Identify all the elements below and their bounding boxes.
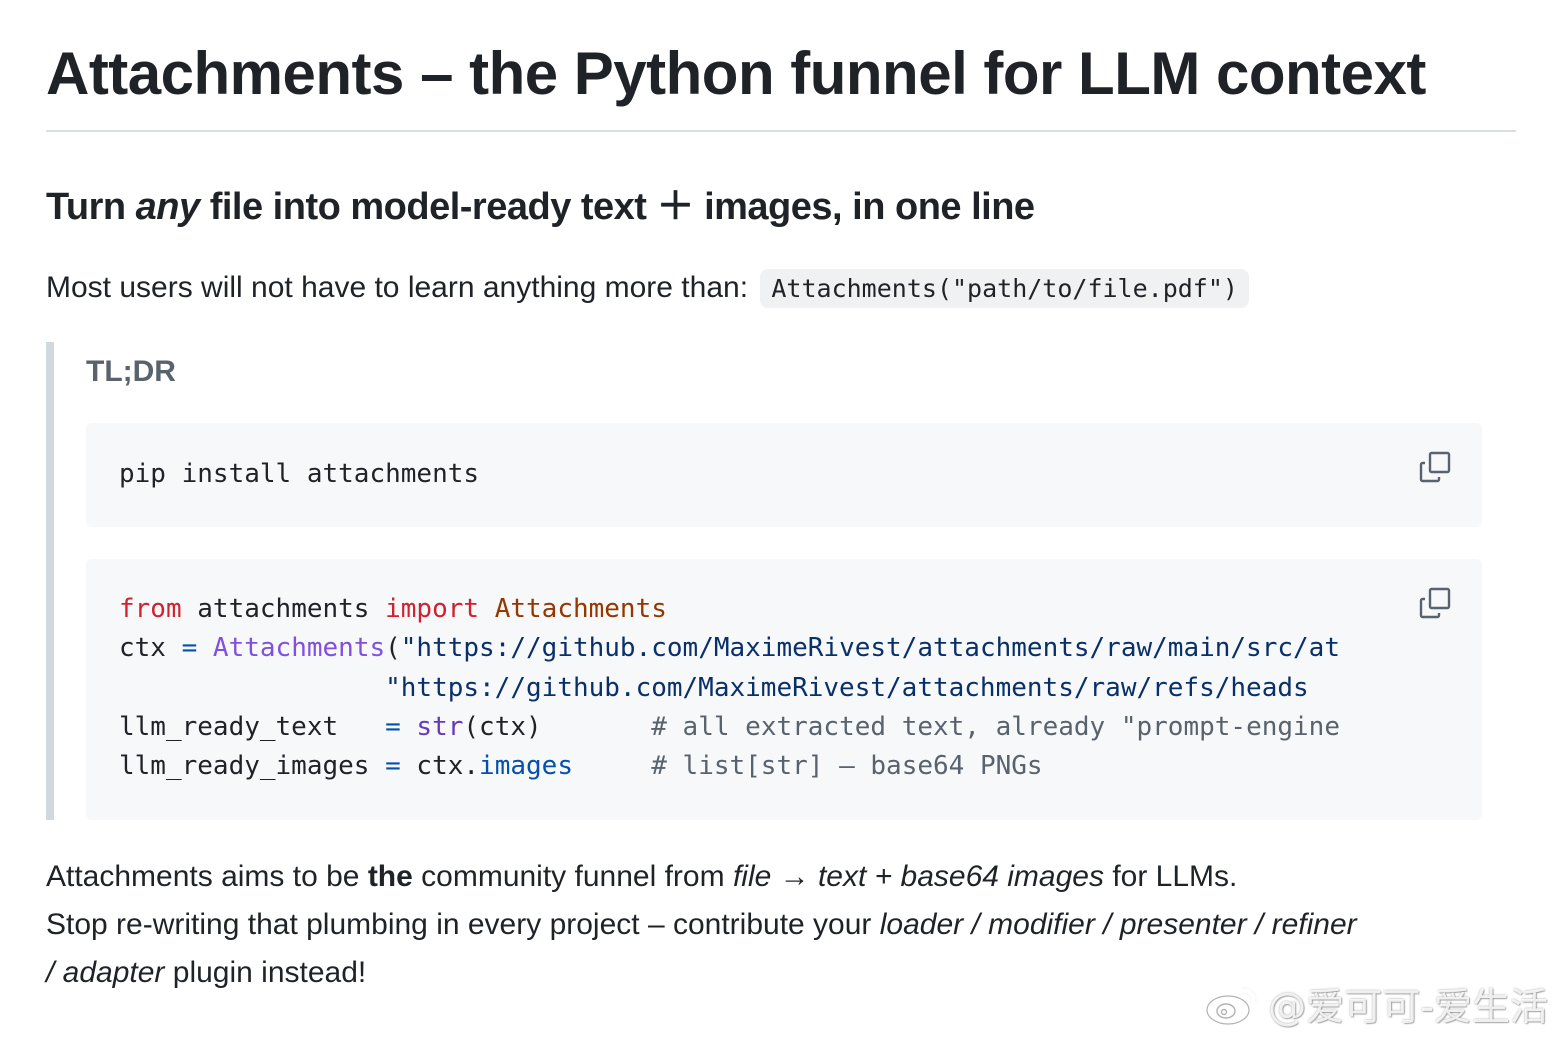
code-function: Attachments bbox=[197, 633, 386, 664]
code-line-1: from attachments import Attachments bbox=[119, 594, 667, 624]
code-string: "https://github.com/MaximeRivest/attachm… bbox=[385, 672, 1309, 703]
tldr-label: TL;DR bbox=[86, 355, 176, 388]
text: plugin instead! bbox=[164, 956, 367, 989]
install-code-block[interactable]: pip install attachments bbox=[86, 423, 1482, 527]
bold-text: the bbox=[367, 860, 413, 893]
code-paren: ( bbox=[385, 633, 401, 664]
code-string: "https://github.com/MaximeRivest/attachm… bbox=[400, 633, 1340, 664]
class-name: Attachments bbox=[479, 594, 667, 624]
code-attribute: images bbox=[479, 751, 573, 782]
heading-text-end: file into model-ready text ＋ images, in … bbox=[199, 186, 1035, 228]
weibo-icon bbox=[1206, 986, 1258, 1025]
italic-text: file bbox=[732, 860, 772, 893]
usage-code[interactable]: from attachments import Attachments ctx … bbox=[119, 590, 1396, 786]
code-line-5: llm_ready_images = ctx.images # list[str… bbox=[119, 751, 1043, 781]
description-line-1: Attachments aims to be the community fun… bbox=[46, 853, 1237, 901]
code-builtin: str bbox=[400, 711, 464, 742]
page-title: Attachments – the Python funnel for LLM … bbox=[46, 40, 1426, 107]
blockquote-bar bbox=[46, 342, 54, 820]
code-object: ctx. bbox=[400, 751, 480, 782]
keyword-import: import bbox=[385, 594, 480, 624]
code-args: (ctx) bbox=[463, 711, 542, 742]
heading-emphasis: any bbox=[135, 186, 200, 228]
code-operator: = bbox=[181, 633, 198, 664]
title-divider bbox=[46, 130, 1516, 132]
section-heading: Turn any file into model-ready text ＋ im… bbox=[46, 182, 1035, 232]
description-line-2: Stop re-writing that plumbing in every p… bbox=[46, 901, 1357, 949]
keyword-from: from bbox=[119, 594, 182, 624]
inline-code-snippet: Attachments("path/to/file.pdf") bbox=[760, 269, 1249, 308]
usage-code-block[interactable]: from attachments import Attachments ctx … bbox=[86, 559, 1482, 820]
code-variable: llm_ready_images bbox=[119, 751, 386, 782]
italic-text: loader / modifier / presenter / refiner bbox=[879, 908, 1357, 941]
code-line-2: ctx = Attachments("https://github.com/Ma… bbox=[119, 633, 1340, 663]
watermark: @爱可可-爱生活 bbox=[1204, 976, 1548, 1031]
heading-text-start: Turn bbox=[46, 186, 136, 228]
copy-icon[interactable] bbox=[1418, 586, 1452, 620]
arrow-text: → bbox=[771, 860, 818, 893]
watermark-text: @爱可可-爱生活 bbox=[1268, 985, 1548, 1029]
description-line-3: / adapter plugin instead! bbox=[46, 949, 366, 997]
text: for LLMs. bbox=[1103, 860, 1238, 893]
code-comment: # list[str] – base64 PNGs bbox=[572, 751, 1043, 782]
code-comment: # all extracted text, already "prompt-en… bbox=[541, 711, 1340, 742]
install-command[interactable]: pip install attachments bbox=[119, 455, 479, 494]
intro-text: Most users will not have to learn anythi… bbox=[46, 271, 749, 304]
code-line-4: llm_ready_text = str(ctx) # all extracte… bbox=[119, 712, 1340, 742]
code-operator: = bbox=[385, 711, 401, 742]
module-name: attachments bbox=[181, 594, 386, 624]
code-line-3: "https://github.com/MaximeRivest/attachm… bbox=[119, 673, 1309, 703]
text: Stop re-writing that plumbing in every p… bbox=[46, 908, 880, 941]
code-operator: = bbox=[385, 751, 401, 782]
italic-text: text + base64 images bbox=[817, 860, 1104, 893]
tldr-blockquote: TL;DR pip install attachments from attac… bbox=[46, 342, 1486, 820]
intro-paragraph: Most users will not have to learn anythi… bbox=[46, 266, 1249, 311]
code-variable: llm_ready_text bbox=[119, 711, 386, 742]
italic-text: / adapter bbox=[46, 956, 165, 989]
text: community funnel from bbox=[412, 860, 733, 893]
text: Attachments aims to be bbox=[46, 860, 368, 893]
copy-icon[interactable] bbox=[1418, 450, 1452, 484]
code-variable: ctx bbox=[119, 633, 182, 664]
